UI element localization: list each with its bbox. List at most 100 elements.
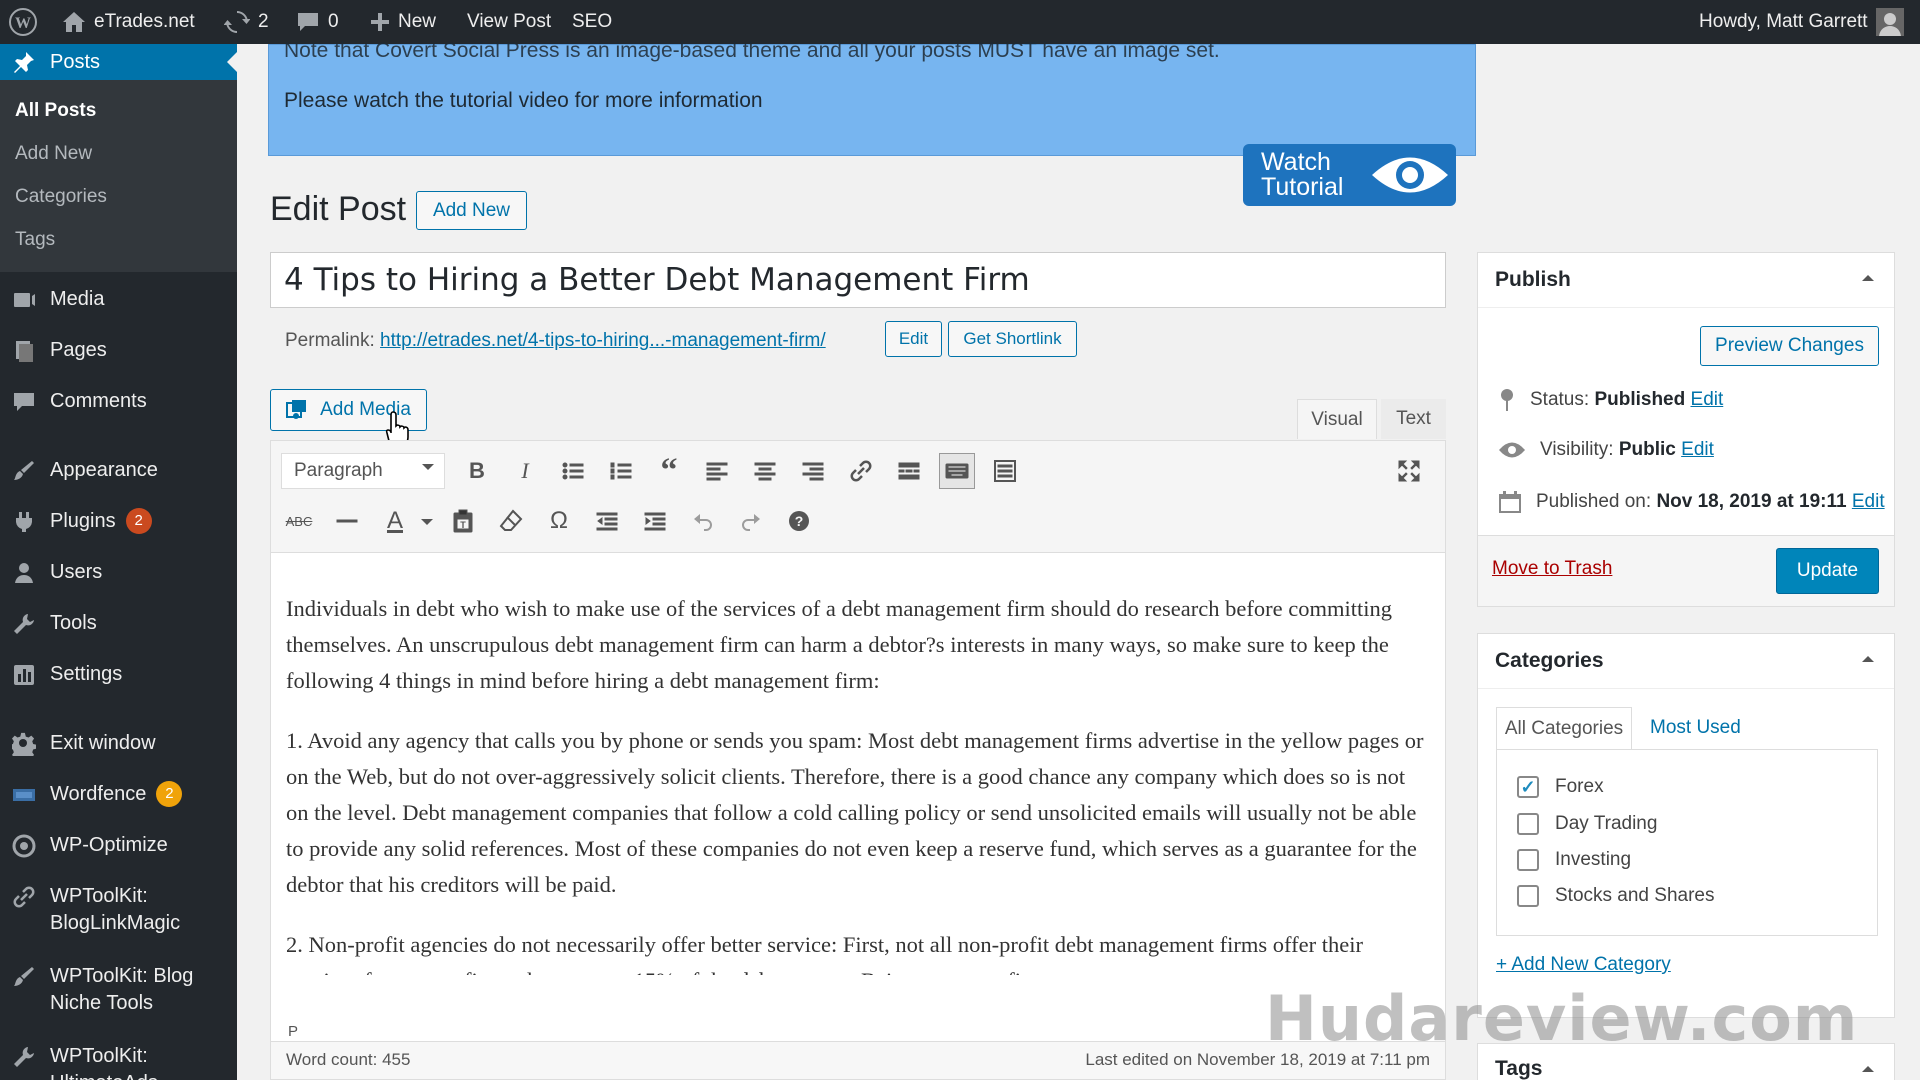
updates-link[interactable]: 2 xyxy=(224,0,269,44)
checkbox[interactable] xyxy=(1517,885,1539,907)
sidebar-item-blog-niche-tools[interactable]: WPToolKit: Blog Niche Tools xyxy=(0,963,237,1017)
pages-icon xyxy=(16,341,33,362)
horizontal-line-button[interactable] xyxy=(329,503,365,539)
tab-text[interactable]: Text xyxy=(1381,399,1446,439)
collapse-arrow-icon[interactable] xyxy=(1862,656,1874,662)
pin-icon xyxy=(1501,389,1513,411)
preview-changes-button[interactable]: Preview Changes xyxy=(1700,326,1879,366)
category-item[interactable]: ✓ Forex xyxy=(1517,776,1604,798)
bullet-list-button[interactable] xyxy=(555,453,591,489)
account-menu[interactable]: Howdy, Matt Garrett xyxy=(1699,0,1904,44)
view-post-link[interactable]: View Post xyxy=(467,0,551,44)
update-button[interactable]: Update xyxy=(1776,548,1879,594)
category-item[interactable]: Investing xyxy=(1517,849,1631,871)
add-new-category-link[interactable]: + Add New Category xyxy=(1496,954,1671,976)
tab-visual[interactable]: Visual xyxy=(1297,399,1377,439)
bold-button[interactable]: B xyxy=(459,453,495,489)
permalink-url-link[interactable]: http://etrades.net/4-tips-to-hiring...-m… xyxy=(380,330,826,351)
submenu-categories[interactable]: Categories xyxy=(15,186,107,208)
sidebar-item-plugins[interactable]: Plugins 2 xyxy=(0,508,237,535)
visibility-edit-link[interactable]: Edit xyxy=(1681,439,1714,460)
seo-link[interactable]: SEO xyxy=(572,0,612,44)
sidebar-item-bloglinkmagic[interactable]: WPToolKit: BlogLinkMagic xyxy=(0,883,237,937)
indent-button[interactable] xyxy=(637,503,673,539)
sidebar-item-users[interactable]: Users xyxy=(0,559,237,586)
status-edit-link[interactable]: Edit xyxy=(1691,389,1724,410)
sidebar-item-wp-optimize[interactable]: WP-Optimize xyxy=(0,832,237,859)
keyboard-icon xyxy=(945,463,969,479)
numbered-list-button[interactable] xyxy=(603,453,639,489)
comment-bubble-icon xyxy=(298,13,318,31)
category-item[interactable]: Stocks and Shares xyxy=(1517,885,1714,907)
sidebar-item-tools[interactable]: Tools xyxy=(0,610,237,637)
sidebar-item-label: WPToolKit: Blog Niche Tools xyxy=(50,965,194,1014)
undo-button[interactable] xyxy=(685,503,721,539)
checkbox[interactable] xyxy=(1517,813,1539,835)
sidebar-item-wordfence[interactable]: Wordfence 2 xyxy=(0,781,237,808)
sidebar-item-ultimateads[interactable]: WPToolKit: UltimateAds xyxy=(0,1043,237,1080)
sidebar-item-exit-window[interactable]: Exit window xyxy=(0,730,237,757)
clear-formatting-button[interactable] xyxy=(493,503,529,539)
sidebar-item-media[interactable]: Media xyxy=(0,286,237,313)
get-shortlink-button[interactable]: Get Shortlink xyxy=(948,321,1077,357)
new-content-link[interactable]: New xyxy=(370,0,436,44)
wordfence-badge: 2 xyxy=(156,781,183,807)
wordpress-logo-icon[interactable]: W xyxy=(8,0,38,44)
insert-link-button[interactable] xyxy=(843,453,879,489)
align-center-button[interactable] xyxy=(747,453,783,489)
sidebar-item-pages[interactable]: Pages xyxy=(0,337,237,364)
covert-shortcode-button[interactable] xyxy=(987,453,1023,489)
sidebar-item-posts[interactable]: Posts xyxy=(0,44,237,80)
checkbox[interactable] xyxy=(1517,849,1539,871)
submenu-add-new[interactable]: Add New xyxy=(15,143,92,165)
toolbar-toggle-button[interactable] xyxy=(939,453,975,489)
checkbox-checked[interactable]: ✓ xyxy=(1517,776,1539,798)
align-right-button[interactable] xyxy=(795,453,831,489)
sidebar-item-settings[interactable]: Settings xyxy=(0,661,237,688)
add-new-button[interactable]: Add New xyxy=(416,191,527,230)
sidebar-item-appearance[interactable]: Appearance xyxy=(0,457,237,484)
category-item[interactable]: Day Trading xyxy=(1517,813,1657,835)
categories-box-header[interactable]: Categories xyxy=(1478,634,1894,689)
category-label: Stocks and Shares xyxy=(1555,885,1715,906)
published-edit-link[interactable]: Edit xyxy=(1852,491,1885,512)
read-more-button[interactable] xyxy=(891,453,927,489)
admin-bar: W eTrades.net 2 0 New View Post SEO Howd… xyxy=(0,0,1920,44)
format-select[interactable]: Paragraph xyxy=(281,453,445,489)
collapse-arrow-icon[interactable] xyxy=(1862,275,1874,281)
watch-tutorial-button[interactable]: Watch Tutorial xyxy=(1243,144,1456,206)
permalink-label: Permalink: xyxy=(285,330,375,351)
italic-button[interactable]: I xyxy=(507,453,543,489)
special-character-button[interactable]: Ω xyxy=(541,503,577,539)
align-left-button[interactable] xyxy=(699,453,735,489)
fullscreen-icon xyxy=(1398,460,1420,482)
tab-all-categories[interactable]: All Categories xyxy=(1496,707,1632,749)
collapse-arrow-icon[interactable] xyxy=(1862,1066,1874,1072)
blockquote-button[interactable]: “ xyxy=(651,452,687,489)
categories-list: ✓ Forex Day Trading Investing Stocks and … xyxy=(1496,749,1878,936)
editor-content[interactable]: Individuals in debt who wish to make use… xyxy=(286,591,1426,999)
plugins-icon xyxy=(16,512,32,532)
publish-box: Publish Preview Changes Status: Publishe… xyxy=(1477,252,1895,607)
move-to-trash-link[interactable]: Move to Trash xyxy=(1492,558,1612,580)
sidebar-item-comments[interactable]: Comments xyxy=(0,388,237,415)
tab-most-used[interactable]: Most Used xyxy=(1650,707,1741,749)
submenu-tags[interactable]: Tags xyxy=(15,229,55,251)
keyboard-shortcuts-button[interactable]: ? xyxy=(781,503,817,539)
strikethrough-button[interactable]: ABC xyxy=(281,503,317,539)
post-title-input[interactable]: 4 Tips to Hiring a Better Debt Managemen… xyxy=(270,252,1446,308)
element-path[interactable]: P xyxy=(288,1023,298,1040)
site-name-link[interactable]: eTrades.net xyxy=(62,0,195,44)
text-color-button[interactable]: A xyxy=(377,503,413,539)
redo-button[interactable] xyxy=(733,503,769,539)
outdent-button[interactable] xyxy=(589,503,625,539)
permalink-edit-button[interactable]: Edit xyxy=(885,321,942,357)
align-center-icon xyxy=(754,462,776,481)
comments-link[interactable]: 0 xyxy=(296,0,339,44)
fullscreen-button[interactable] xyxy=(1391,453,1427,489)
paste-as-text-button[interactable]: T xyxy=(445,503,481,539)
submenu-all-posts[interactable]: All Posts xyxy=(15,100,96,122)
published-value: Nov 18, 2019 at 19:11 xyxy=(1656,491,1847,512)
text-color-dropdown-icon[interactable] xyxy=(421,519,433,531)
publish-box-header[interactable]: Publish xyxy=(1478,253,1894,308)
